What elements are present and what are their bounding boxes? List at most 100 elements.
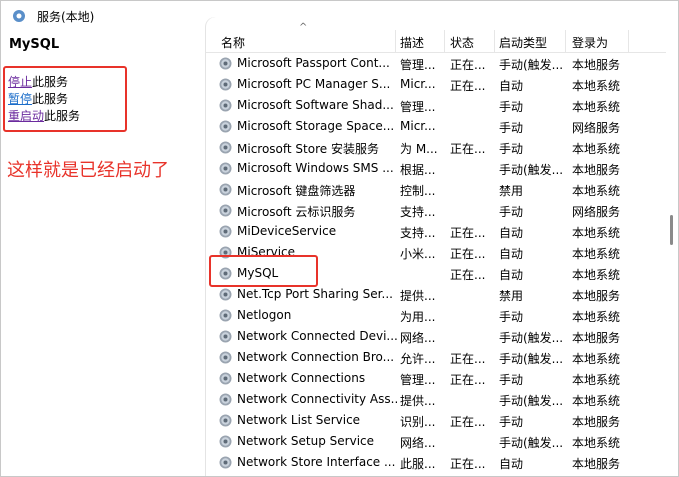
column-divider[interactable] xyxy=(444,30,445,52)
cell-name: MiDeviceService xyxy=(237,224,337,238)
table-row[interactable]: Network Setup Service 网络... 手动(触发... 本地系统 xyxy=(206,431,666,452)
cell-startup: 手动 xyxy=(499,373,524,387)
table-row[interactable]: Microsoft Store 安装服务 为 M... 正在... 手动 本地系统 xyxy=(206,137,666,158)
table-row[interactable]: Net.Tcp Port Sharing Ser... 提供... 禁用 本地服务 xyxy=(206,284,666,305)
cell-logon: 本地服务 xyxy=(572,163,621,177)
cell-name: Network Connection Bro... xyxy=(237,350,395,364)
vertical-scrollbar[interactable] xyxy=(666,30,678,476)
cell-desc: 网络... xyxy=(400,436,436,450)
service-gear-icon xyxy=(219,204,232,217)
cell-logon: 本地服务 xyxy=(572,415,621,429)
cell-logon: 本地系统 xyxy=(572,268,621,282)
actions-highlight-box xyxy=(3,66,127,132)
column-header-row: ^ 名称 描述 状态 启动类型 登录为 xyxy=(206,22,666,53)
column-divider[interactable] xyxy=(395,30,396,52)
table-row[interactable]: Microsoft Windows SMS ... 根据... 手动(触发... 本地… xyxy=(206,158,666,179)
cell-status: 正在... xyxy=(450,457,486,471)
cell-logon: 本地系统 xyxy=(572,310,621,324)
window-title: 服务(本地) xyxy=(37,10,95,24)
cell-logon: 本地系统 xyxy=(572,352,621,366)
cell-desc: 提供... xyxy=(400,289,436,303)
cell-desc: 管理... xyxy=(400,58,436,72)
table-row[interactable]: MiDeviceService 支持... 正在... 自动 本地系统 xyxy=(206,221,666,242)
cell-name: Microsoft Passport Cont... xyxy=(237,56,390,70)
table-row[interactable]: Network List Service 识别... 正在... 手动 本地服务 xyxy=(206,410,666,431)
cell-name: Microsoft PC Manager S... xyxy=(237,77,391,91)
service-gear-icon xyxy=(219,372,232,385)
services-window: 服务(本地) MySQL 停止此服务 暂停此服务 重启动此服务 这样就是已经启动… xyxy=(0,0,679,477)
column-divider[interactable] xyxy=(494,30,495,52)
cell-logon: 本地系统 xyxy=(572,184,621,198)
cell-status: 正在... xyxy=(450,268,486,282)
cell-startup: 自动 xyxy=(499,268,524,282)
cell-name: Network Connections xyxy=(237,371,366,385)
cell-name: Netlogon xyxy=(237,308,292,322)
services-list-pane: ^ 名称 描述 状态 启动类型 登录为 Microsoft Passport C… xyxy=(206,17,678,476)
cell-startup: 手动(触发... xyxy=(499,352,563,366)
cell-logon: 本地系统 xyxy=(572,79,621,93)
services-gear-icon xyxy=(13,10,25,22)
table-row[interactable]: Network Connections 管理... 正在... 手动 本地系统 xyxy=(206,368,666,389)
table-row[interactable]: Network Store Interface ... 此服... 正在... 自动 本… xyxy=(206,452,666,473)
column-header-description[interactable]: 描述 xyxy=(400,34,424,51)
cell-status: 正在... xyxy=(450,58,486,72)
column-header-name[interactable]: 名称 xyxy=(221,34,245,51)
table-row[interactable]: Network Connectivity Ass... 提供... 手动(触发...… xyxy=(206,389,666,410)
cell-name: Network Setup Service xyxy=(237,434,375,448)
cell-desc: 识别... xyxy=(400,415,436,429)
table-row[interactable]: Microsoft Software Shad... 管理... 手动 本地系统 xyxy=(206,95,666,116)
cell-name: Network List Service xyxy=(237,413,361,427)
cell-name: Net.Tcp Port Sharing Ser... xyxy=(237,287,393,301)
cell-name: Microsoft Software Shad... xyxy=(237,98,394,112)
cell-name: Network Connectivity Ass... xyxy=(237,392,397,406)
cell-name: Microsoft Storage Space... xyxy=(237,119,395,133)
cell-desc: 网络... xyxy=(400,331,436,345)
table-row[interactable]: Network Connected Devi... 网络... 手动(触发... 本地… xyxy=(206,326,666,347)
cell-desc: 根据... xyxy=(400,163,436,177)
table-row[interactable]: Network Connection Bro... 允许... 正在... 手动(触发… xyxy=(206,347,666,368)
column-header-startup-type[interactable]: 启动类型 xyxy=(499,34,547,51)
cell-desc: 控制... xyxy=(400,184,436,198)
column-header-status[interactable]: 状态 xyxy=(450,34,474,51)
service-gear-icon xyxy=(219,183,232,196)
column-divider[interactable] xyxy=(628,30,629,52)
cell-name: Network Store Interface ... xyxy=(237,455,396,469)
cell-logon: 本地系统 xyxy=(572,100,621,114)
cell-desc: 为 M... xyxy=(400,142,438,156)
column-divider[interactable] xyxy=(565,30,566,52)
cell-status: 正在... xyxy=(450,415,486,429)
scrollbar-thumb[interactable] xyxy=(670,215,673,245)
cell-status: 正在... xyxy=(450,226,486,240)
service-gear-icon xyxy=(219,162,232,175)
cell-startup: 自动 xyxy=(499,226,524,240)
cell-logon: 本地系统 xyxy=(572,226,621,240)
service-gear-icon xyxy=(219,288,232,301)
cell-name: Microsoft Windows SMS ... xyxy=(237,161,394,175)
table-row[interactable]: Microsoft 云标识服务 支持... 手动 网络服务 xyxy=(206,200,666,221)
table-row[interactable]: Microsoft PC Manager S... Micr... 正在... 自动 本… xyxy=(206,74,666,95)
cell-desc: 支持... xyxy=(400,226,436,240)
service-gear-icon xyxy=(219,330,232,343)
column-header-logon-as[interactable]: 登录为 xyxy=(572,34,608,51)
table-row[interactable]: Microsoft Storage Space... Micr... 手动 网络服务 xyxy=(206,116,666,137)
cell-desc: Micr... xyxy=(400,77,436,91)
cell-name: Microsoft 键盘筛选器 xyxy=(237,184,356,198)
cell-desc: 支持... xyxy=(400,205,436,219)
cell-startup: 手动(触发... xyxy=(499,394,563,408)
service-gear-icon xyxy=(219,120,232,133)
cell-name: Microsoft 云标识服务 xyxy=(237,205,356,219)
mysql-highlight-box xyxy=(209,255,318,287)
cell-logon: 本地系统 xyxy=(572,373,621,387)
cell-startup: 手动 xyxy=(499,100,524,114)
table-row[interactable]: Microsoft 键盘筛选器 控制... 禁用 本地系统 xyxy=(206,179,666,200)
cell-status: 正在... xyxy=(450,79,486,93)
cell-logon: 本地系统 xyxy=(572,436,621,450)
cell-startup: 手动 xyxy=(499,142,524,156)
cell-logon: 本地服务 xyxy=(572,331,621,345)
cell-desc: 为用... xyxy=(400,310,436,324)
selected-service-name: MySQL xyxy=(9,37,60,52)
cell-desc: 管理... xyxy=(400,373,436,387)
table-row[interactable]: Microsoft Passport Cont... 管理... 正在... 手动(触… xyxy=(206,53,666,74)
cell-desc: 小米... xyxy=(400,247,436,261)
table-row[interactable]: Netlogon 为用... 手动 本地系统 xyxy=(206,305,666,326)
